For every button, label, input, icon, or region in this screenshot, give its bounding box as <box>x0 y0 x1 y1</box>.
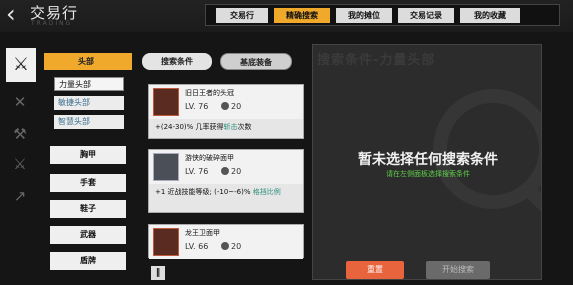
category-weapon[interactable]: 武器 <box>50 226 126 244</box>
helmet-icon <box>153 153 179 181</box>
tab-trading[interactable]: 交易行 <box>216 8 268 23</box>
empty-state-hint: 请在左侧面板选择搜索条件 <box>386 170 470 178</box>
coin-icon <box>221 242 229 250</box>
coin-icon <box>221 102 229 110</box>
item-level: LV. 76 <box>185 102 209 111</box>
helmet-icon <box>153 88 179 116</box>
empty-state-text: 暂未选择任何搜索条件 <box>358 152 498 168</box>
price-value: 20 <box>231 242 242 251</box>
tab-base-equipment[interactable]: 基底装备 <box>220 53 292 70</box>
scroll-handle-icon[interactable]: ‖ <box>151 266 165 280</box>
category-shoes[interactable]: 鞋子 <box>50 200 126 218</box>
item-level: LV. 66 <box>185 242 209 251</box>
category-chest[interactable]: 胸甲 <box>50 146 126 164</box>
panel-title: 搜索条件-力量头部 <box>317 53 436 68</box>
category-panel: 头部 力量头部 敏捷头部 智慧头部 胸甲 手套 鞋子 武器 盾牌 <box>44 48 136 276</box>
search-conditions-panel: 搜索条件-力量头部 暂未选择任何搜索条件 请在左侧面板选择搜索条件 重置 开始搜… <box>312 44 542 280</box>
item-price: 20 <box>221 102 241 111</box>
stat-text: +1 近战技能等级; (-10~-6)% <box>155 188 253 196</box>
spear-icon[interactable]: ↗ <box>8 184 32 208</box>
item-card[interactable]: 游侠的破碎面甲 LV. 76 20 +1 近战技能等级; (-10~-6)% 格… <box>148 149 304 213</box>
item-price: 20 <box>221 167 241 176</box>
blade-icon[interactable]: ⚔ <box>8 152 32 176</box>
stat-suffix: 次数 <box>237 123 252 131</box>
price-value: 20 <box>231 102 242 111</box>
item-card[interactable]: 旧日王者的头冠 LV. 76 20 +(24-30)% 几率获得斩击次数 <box>148 84 304 139</box>
start-search-button[interactable]: 开始搜索 <box>426 261 490 279</box>
item-name: 旧日王者的头冠 <box>185 89 234 97</box>
sub-category-wisdom-head[interactable]: 智慧头部 <box>54 115 124 129</box>
stat-highlight: 格挡比例 <box>252 188 281 196</box>
coin-icon <box>221 167 229 175</box>
item-stat: +(24-30)% 几率获得斩击次数 <box>149 119 303 135</box>
category-shield[interactable]: 盾牌 <box>50 252 126 270</box>
category-gloves[interactable]: 手套 <box>50 174 126 192</box>
tab-favorites[interactable]: 我的收藏 <box>460 8 520 23</box>
price-value: 20 <box>231 167 242 176</box>
tab-precise-search[interactable]: 精确搜索 <box>274 8 330 23</box>
reset-button[interactable]: 重置 <box>346 261 404 279</box>
stat-text: +(24-30)% 几率获得 <box>155 123 224 131</box>
category-head-expanded[interactable]: 头部 <box>44 53 132 70</box>
sub-category-agility-head[interactable]: 敏捷头部 <box>54 96 124 110</box>
sword-icon[interactable]: ⚔ <box>6 48 36 82</box>
item-name: 游侠的破碎面甲 <box>185 154 234 162</box>
crossed-swords-icon[interactable]: ✕ <box>8 90 32 114</box>
item-level: LV. 76 <box>185 167 209 176</box>
filter-tabs: 搜索条件 基底装备 <box>142 50 306 72</box>
stat-highlight: 斩击 <box>223 123 238 131</box>
page-subtitle: TRADING <box>31 20 73 27</box>
main-tabs: 交易行 精确搜索 我的摊位 交易记录 我的收藏 <box>205 4 560 26</box>
sub-category-strength-head[interactable]: 力量头部 <box>54 77 124 91</box>
daggers-icon[interactable]: ⚒ <box>8 122 32 146</box>
item-stat: +1 近战技能等级; (-10~-6)% 格挡比例 <box>149 184 303 200</box>
item-card[interactable]: 龙王卫面甲 LV. 66 20 <box>148 224 304 259</box>
helmet-icon <box>153 228 179 256</box>
tab-trade-records[interactable]: 交易记录 <box>398 8 454 23</box>
tab-search-conditions[interactable]: 搜索条件 <box>142 53 212 70</box>
magnifier-handle <box>521 182 541 222</box>
item-price: 20 <box>221 242 241 251</box>
item-name: 龙王卫面甲 <box>185 229 220 237</box>
tab-my-stall[interactable]: 我的摊位 <box>336 8 392 23</box>
back-arrow-icon[interactable]: ‹ <box>6 2 28 28</box>
